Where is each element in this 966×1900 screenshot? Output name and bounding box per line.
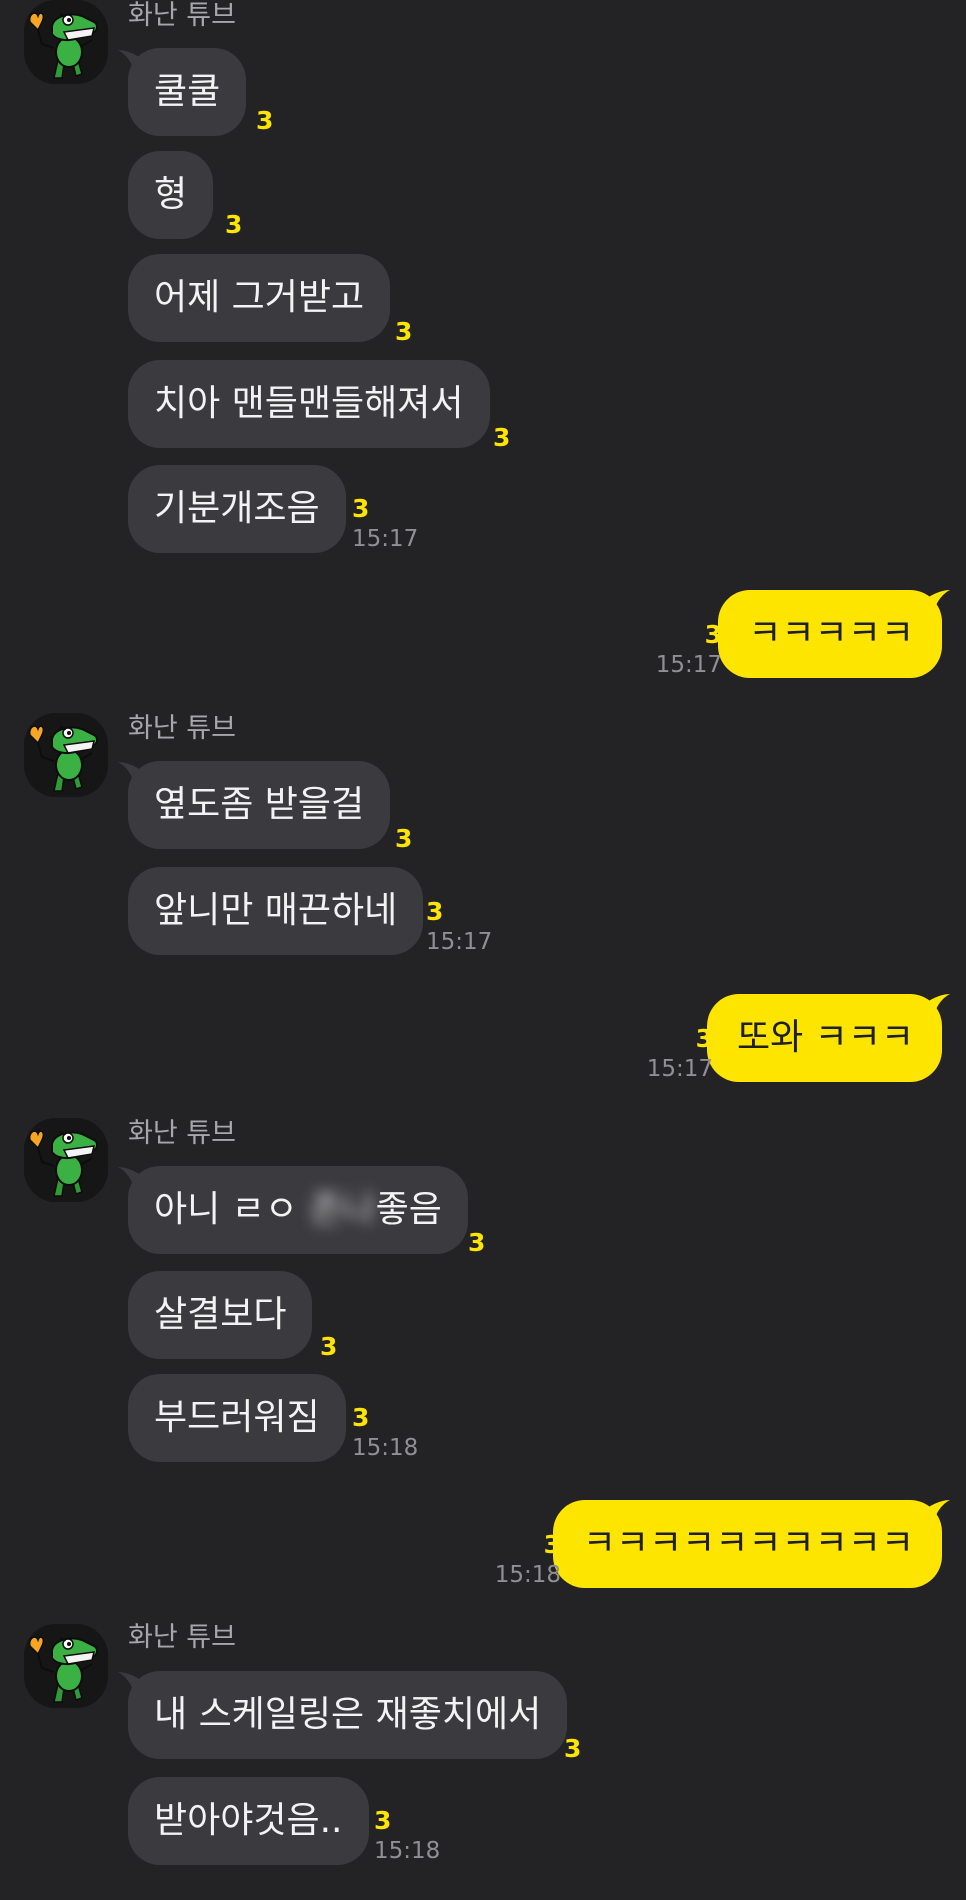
message-text: ㅋㅋㅋㅋㅋ (748, 613, 914, 654)
unread-count: 3 (493, 423, 511, 452)
timestamp: 15:17 (352, 526, 419, 552)
message-meta: 3 (320, 1332, 337, 1362)
avatar[interactable] (24, 1118, 108, 1202)
message-text: 옆도좀 받을걸 (154, 784, 365, 825)
unread-count: 3 (426, 897, 444, 926)
unread-count: 3 (374, 1806, 392, 1835)
sender-name: 화난 튜브 (128, 1118, 236, 1149)
unread-count: 3 (256, 106, 274, 135)
incoming-message-bubble[interactable]: 옆도좀 받을걸 (128, 761, 391, 849)
message-text: 쿨쿨 (154, 71, 221, 112)
message-text: 치아 맨들맨들해져서 (154, 383, 464, 424)
timestamp: 15:17 (646, 1056, 713, 1082)
unread-count: 3 (704, 620, 722, 649)
timestamp: 15:18 (374, 1838, 441, 1864)
avatar[interactable] (24, 1624, 108, 1708)
incoming-message-bubble[interactable]: 기분개조음 (128, 465, 346, 553)
incoming-message-bubble[interactable]: 살결보다 (128, 1271, 313, 1359)
incoming-message-bubble[interactable]: 형 (128, 151, 214, 239)
timestamp: 15:17 (655, 652, 722, 678)
avatar[interactable] (24, 0, 108, 84)
message-meta: 3 15:17 (426, 897, 492, 957)
message-meta: 3 (564, 1734, 581, 1764)
message-meta: 3 15:17 (647, 1024, 713, 1084)
unread-count: 3 (320, 1332, 338, 1361)
message-meta: 3 15:17 (352, 494, 418, 554)
message-meta: 3 (225, 210, 242, 240)
message-text: 부드러워짐 (154, 1397, 320, 1438)
unread-count: 3 (468, 1228, 486, 1257)
message-meta: 3 15:18 (495, 1530, 561, 1590)
timestamp: 15:18 (494, 1562, 561, 1588)
green-crocodile-icon (24, 1118, 108, 1202)
message-text: 받아야것음.. (154, 1800, 343, 1841)
message-meta: 3 (493, 423, 510, 453)
incoming-message-bubble[interactable]: 치아 맨들맨들해져서 (128, 360, 490, 448)
unread-count: 3 (395, 824, 413, 853)
outgoing-message-bubble[interactable]: 또와 ㅋㅋㅋ (706, 994, 942, 1082)
blurred-text: 존나 (309, 1189, 376, 1230)
message-meta: 3 15:18 (352, 1403, 418, 1463)
message-meta: 3 (256, 106, 273, 136)
unread-count: 3 (695, 1024, 713, 1053)
message-text-after: 좋음 (375, 1189, 442, 1230)
message-text: 앞니만 매끈하네 (154, 890, 398, 931)
message-text: 형 (154, 174, 188, 215)
sender-name: 화난 튜브 (128, 1622, 236, 1653)
incoming-message-bubble[interactable]: 내 스케일링은 재좋치에서 (128, 1671, 568, 1759)
message-text: 또와 ㅋㅋㅋ (736, 1017, 914, 1058)
message-text-before: 아니 ㄹㅇ (154, 1189, 310, 1230)
message-text: 내 스케일링은 재좋치에서 (154, 1694, 542, 1735)
sender-name: 화난 튜브 (128, 713, 236, 744)
timestamp: 15:18 (352, 1435, 419, 1461)
outgoing-message-bubble[interactable]: ㅋㅋㅋㅋㅋ (718, 590, 942, 678)
green-crocodile-icon (24, 713, 108, 797)
avatar[interactable] (24, 713, 108, 797)
incoming-message-bubble[interactable]: 어제 그거받고 (128, 254, 391, 342)
unread-count: 3 (395, 317, 413, 346)
message-text: 기분개조음 (154, 488, 320, 529)
unread-count: 3 (352, 494, 370, 523)
unread-count: 3 (352, 1403, 370, 1432)
unread-count: 3 (225, 210, 243, 239)
green-crocodile-icon (24, 0, 108, 84)
message-meta: 3 (468, 1228, 485, 1258)
incoming-message-bubble[interactable]: 아니 ㄹㅇ 존나좋음 (128, 1166, 468, 1254)
message-text: 어제 그거받고 (154, 277, 365, 318)
unread-count: 3 (543, 1530, 561, 1559)
message-text: ㅋㅋㅋㅋㅋㅋㅋㅋㅋㅋ (582, 1523, 914, 1564)
incoming-message-bubble[interactable]: 받아야것음.. (128, 1777, 369, 1865)
message-text: 살결보다 (154, 1294, 287, 1335)
message-meta: 3 (395, 317, 412, 347)
incoming-message-bubble[interactable]: 쿨쿨 (128, 48, 247, 136)
message-meta: 3 15:17 (656, 620, 722, 680)
unread-count: 3 (564, 1734, 582, 1763)
sender-name: 화난 튜브 (128, 0, 236, 31)
incoming-message-bubble[interactable]: 앞니만 매끈하네 (128, 867, 424, 955)
green-crocodile-icon (24, 1624, 108, 1708)
outgoing-message-bubble[interactable]: ㅋㅋㅋㅋㅋㅋㅋㅋㅋㅋ (552, 1500, 942, 1588)
timestamp: 15:17 (426, 929, 493, 955)
message-meta: 3 (395, 824, 412, 854)
incoming-message-bubble[interactable]: 부드러워짐 (128, 1374, 346, 1462)
message-meta: 3 15:18 (374, 1806, 440, 1866)
